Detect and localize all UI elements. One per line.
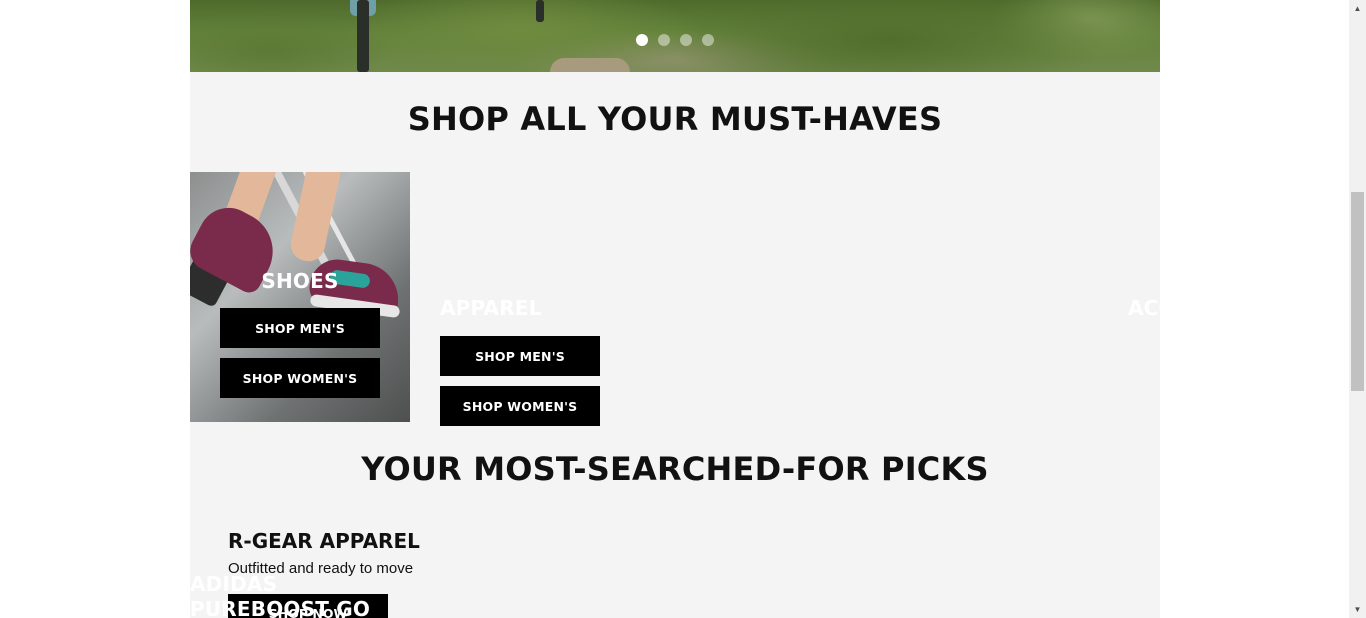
must-haves-title: SHOP ALL YOUR MUST-HAVES [407, 100, 943, 138]
pick-item-title: R-GEAR APPAREL [228, 529, 420, 553]
runner-leg-right [287, 172, 347, 265]
overlay-product-label: PUREBOOST GO [190, 597, 371, 618]
hero-rock [550, 58, 630, 72]
carousel-dots [636, 34, 714, 46]
hero-runner-leg-2 [536, 0, 544, 22]
carousel-dot-3[interactable] [680, 34, 692, 46]
triangle-down-icon[interactable]: ▼ [1349, 601, 1366, 618]
carousel-dot-1[interactable] [636, 34, 648, 46]
apparel-shop-mens-button[interactable]: SHOP MEN'S [440, 336, 600, 376]
overlay-brand-label: ADIDAS [190, 572, 278, 596]
shoes-shop-mens-button[interactable]: SHOP MEN'S [220, 308, 380, 348]
shoes-label: SHOES [261, 269, 339, 293]
hero-banner[interactable] [190, 0, 1160, 72]
page: SHOP ALL YOUR MUST-HAVES SHOES SHOP MEN'… [0, 0, 1366, 618]
picks-title: YOUR MOST-SEARCHED-FOR PICKS [361, 450, 989, 488]
apparel-shop-womens-button[interactable]: SHOP WOMEN'S [440, 386, 600, 426]
scrollbar-thumb[interactable] [1351, 192, 1364, 391]
apparel-label: APPAREL [440, 296, 542, 320]
main-content: SHOP ALL YOUR MUST-HAVES SHOES SHOP MEN'… [190, 0, 1160, 618]
shoes-shop-womens-button[interactable]: SHOP WOMEN'S [220, 358, 380, 398]
carousel-dot-2[interactable] [658, 34, 670, 46]
shoes-category-card[interactable]: SHOES SHOP MEN'S SHOP WOMEN'S [190, 172, 410, 422]
carousel-dot-4[interactable] [702, 34, 714, 46]
hero-runner-leg [357, 0, 369, 72]
accessories-label: ACC [1128, 296, 1160, 320]
triangle-up-icon[interactable]: ▲ [1349, 0, 1366, 17]
vertical-scrollbar[interactable]: ▲ ▼ [1349, 0, 1366, 618]
